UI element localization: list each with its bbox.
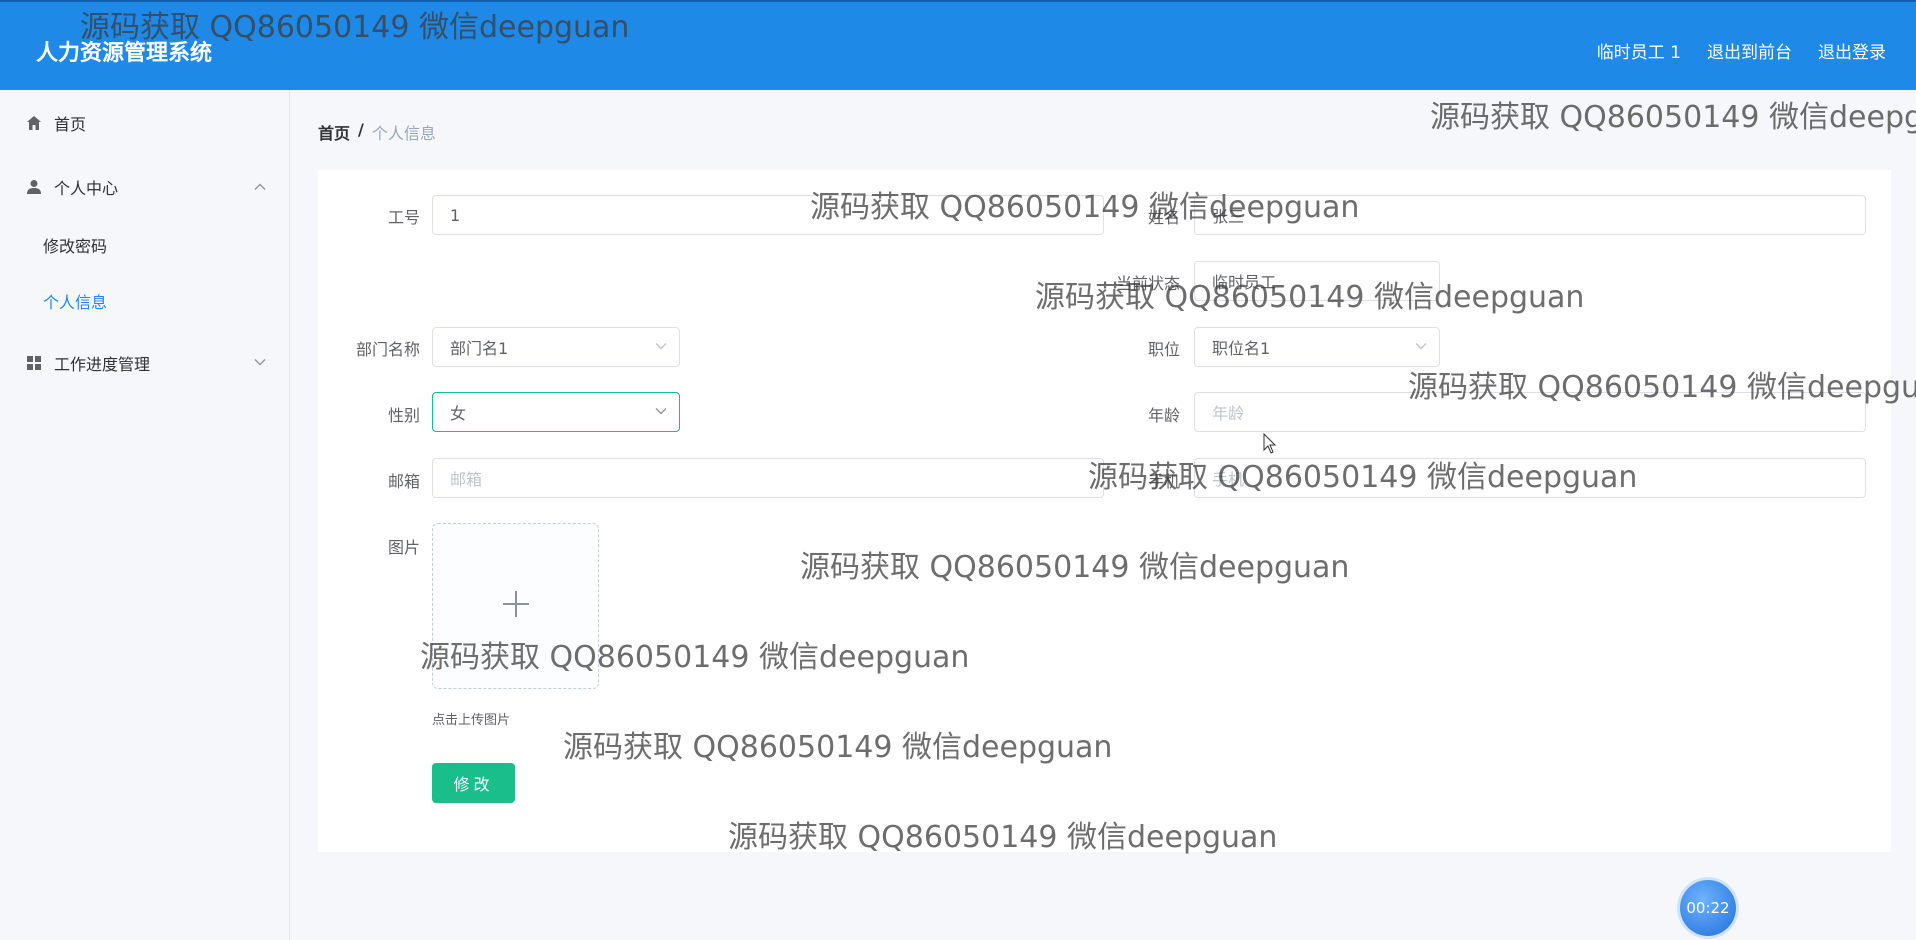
age-label: 年龄 [1147, 406, 1180, 425]
emp-no-label: 工号 [387, 208, 420, 227]
sidebar-item-label: 修改密码 [43, 237, 108, 256]
sidebar-item-personal-center[interactable]: 个人中心 [0, 159, 290, 215]
app-title: 人力资源管理系统 [36, 41, 213, 66]
chevron-down-icon [254, 356, 266, 371]
sidebar-item-personal-info[interactable]: 个人信息 [0, 276, 290, 326]
phone-label: 手机 [1147, 472, 1180, 491]
gender-select[interactable]: 女 [432, 392, 680, 432]
emp-no-field[interactable]: 1 [432, 195, 1104, 235]
photo-label: 图片 [387, 538, 420, 557]
gender-label: 性别 [387, 406, 420, 425]
phone-input[interactable]: 手机 [1194, 458, 1866, 498]
breadcrumb: 首页 / 个人信息 [318, 120, 436, 144]
timer-badge[interactable]: 00:22 [1680, 880, 1736, 936]
breadcrumb-separator: / [358, 120, 364, 139]
position-label: 职位 [1147, 340, 1180, 359]
current-user-link[interactable]: 临时员工 1 [1597, 38, 1681, 63]
sidebar-item-label: 个人信息 [43, 293, 108, 312]
dept-select-value: 部门名1 [450, 339, 509, 358]
status-label: 当前状态 [1115, 274, 1180, 293]
sidebar-item-label: 工作进度管理 [54, 355, 151, 374]
email-input[interactable]: 邮箱 [432, 458, 1104, 498]
breadcrumb-current: 个人信息 [371, 124, 436, 143]
position-select[interactable]: 职位名1 [1194, 327, 1440, 367]
dept-select[interactable]: 部门名1 [432, 327, 680, 367]
plus-icon [501, 589, 531, 623]
exit-to-front-link[interactable]: 退出到前台 [1707, 38, 1792, 63]
mouse-cursor-icon [1263, 432, 1277, 455]
sidebar-item-label: 个人中心 [54, 179, 119, 198]
photo-upload[interactable] [432, 523, 599, 689]
watermark: 源码获取 QQ86050149 微信deepguan [1430, 100, 1916, 135]
gender-select-value: 女 [450, 404, 467, 423]
submit-button[interactable]: 修改 [432, 763, 515, 803]
sidebar-item-home[interactable]: 首页 [0, 95, 290, 151]
position-select-value: 职位名1 [1212, 339, 1271, 358]
name-label: 姓名 [1147, 208, 1180, 227]
status-field[interactable]: 临时员工 [1194, 261, 1440, 301]
chevron-down-icon [655, 340, 667, 355]
home-icon [26, 115, 42, 131]
sidebar-item-label: 首页 [54, 115, 87, 134]
chevron-down-icon [1415, 340, 1427, 355]
logout-link[interactable]: 退出登录 [1818, 38, 1886, 63]
email-label: 邮箱 [387, 472, 420, 491]
upload-tip: 点击上传图片 [432, 713, 511, 728]
sidebar-item-change-password[interactable]: 修改密码 [0, 220, 290, 270]
name-field[interactable]: 张三 [1194, 195, 1866, 235]
chevron-up-icon [254, 180, 266, 195]
breadcrumb-home[interactable]: 首页 [318, 120, 350, 144]
top-header: 人力资源管理系统 临时员工 1 退出到前台 退出登录 [0, 0, 1916, 90]
sidebar-item-work-progress[interactable]: 工作进度管理 [0, 335, 290, 391]
chevron-down-icon [655, 405, 667, 420]
sidebar: 首页 个人中心 修改密码 个人信息 工作进度管理 [0, 90, 290, 940]
header-actions: 临时员工 1 退出到前台 退出登录 [1597, 38, 1886, 63]
user-icon [26, 179, 42, 195]
personal-info-form: 工号 1 姓名 张三 当前状态 临时员工 部门名称 部门名1 职位 职位名1 性… [318, 170, 1891, 852]
age-input[interactable]: 年龄 [1194, 392, 1866, 432]
dept-label: 部门名称 [355, 340, 420, 359]
grid-icon [26, 355, 42, 371]
